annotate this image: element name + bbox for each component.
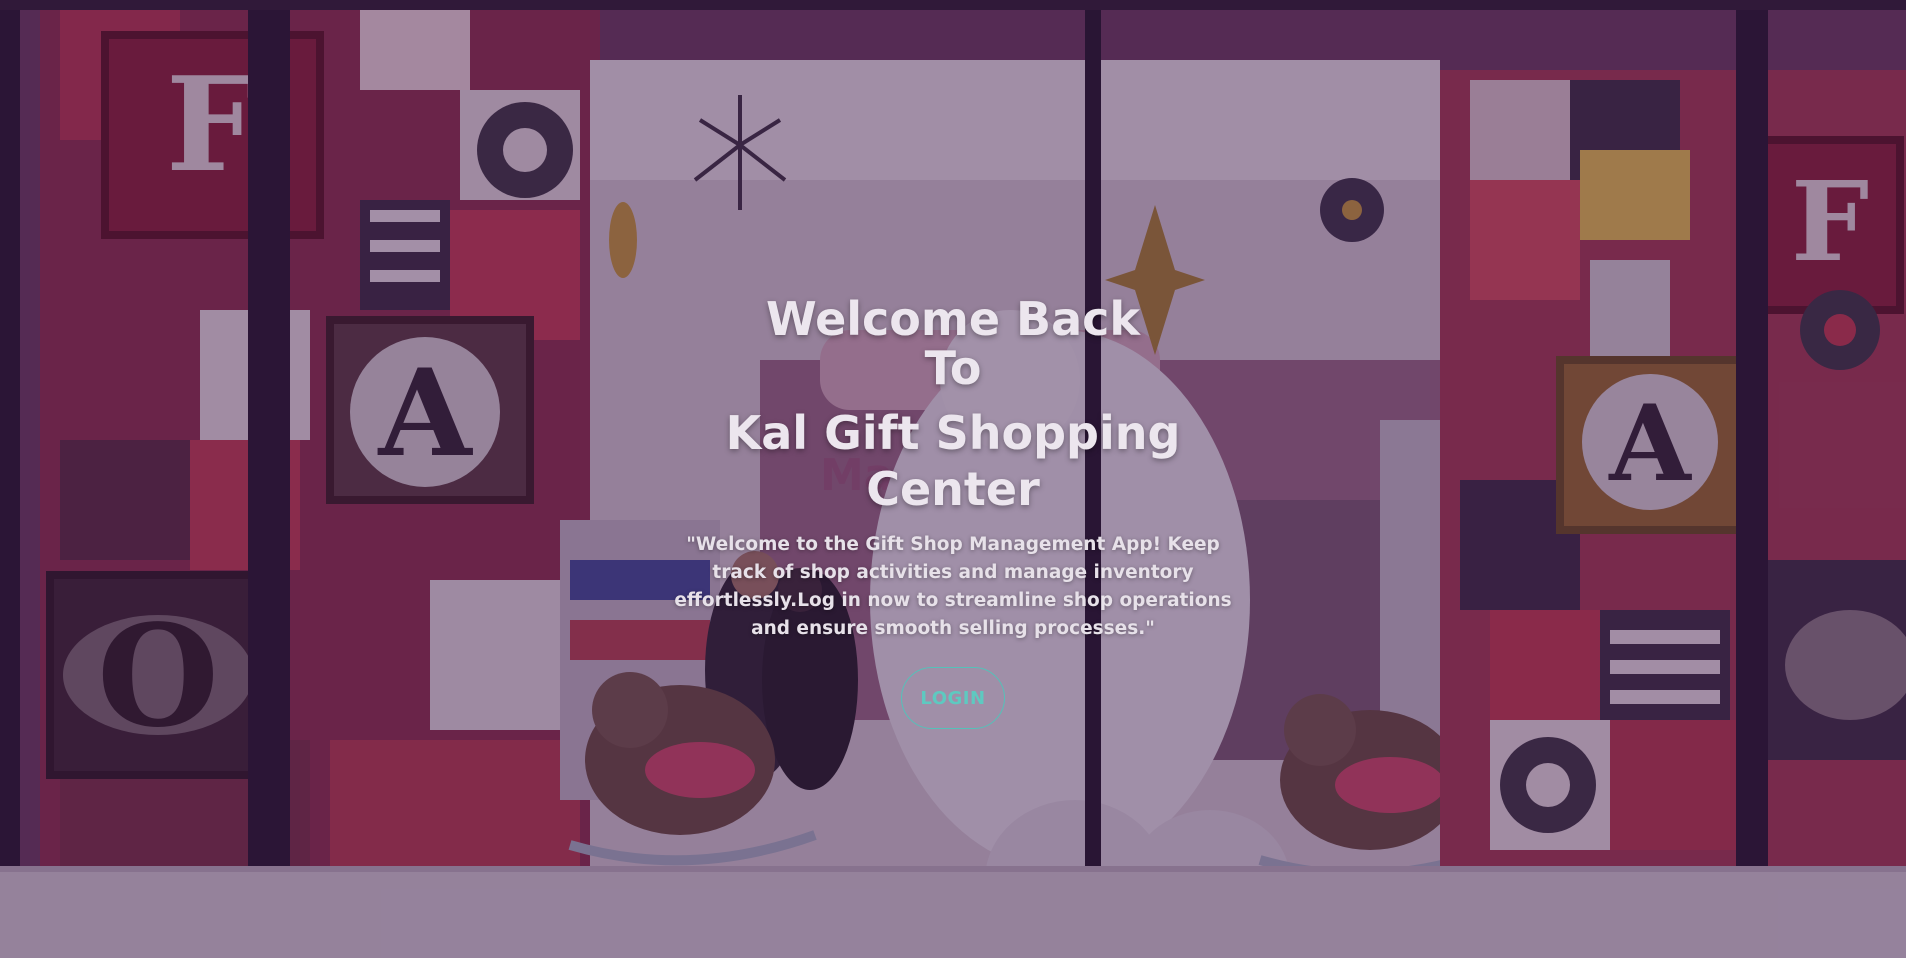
welcome-title-line-2: To bbox=[924, 341, 982, 396]
welcome-title-line-1: Welcome Back bbox=[765, 292, 1141, 346]
welcome-description: "Welcome to the Gift Shop Management App… bbox=[674, 533, 1232, 639]
welcome-title-line-3: Kal Gift Shopping Center bbox=[725, 406, 1181, 516]
hero-section: F A O Marvel bbox=[0, 0, 1906, 958]
login-button[interactable]: LOGIN bbox=[901, 666, 1005, 729]
welcome-panel: Welcome Back To Kal Gift Shopping Center… bbox=[653, 292, 1253, 729]
